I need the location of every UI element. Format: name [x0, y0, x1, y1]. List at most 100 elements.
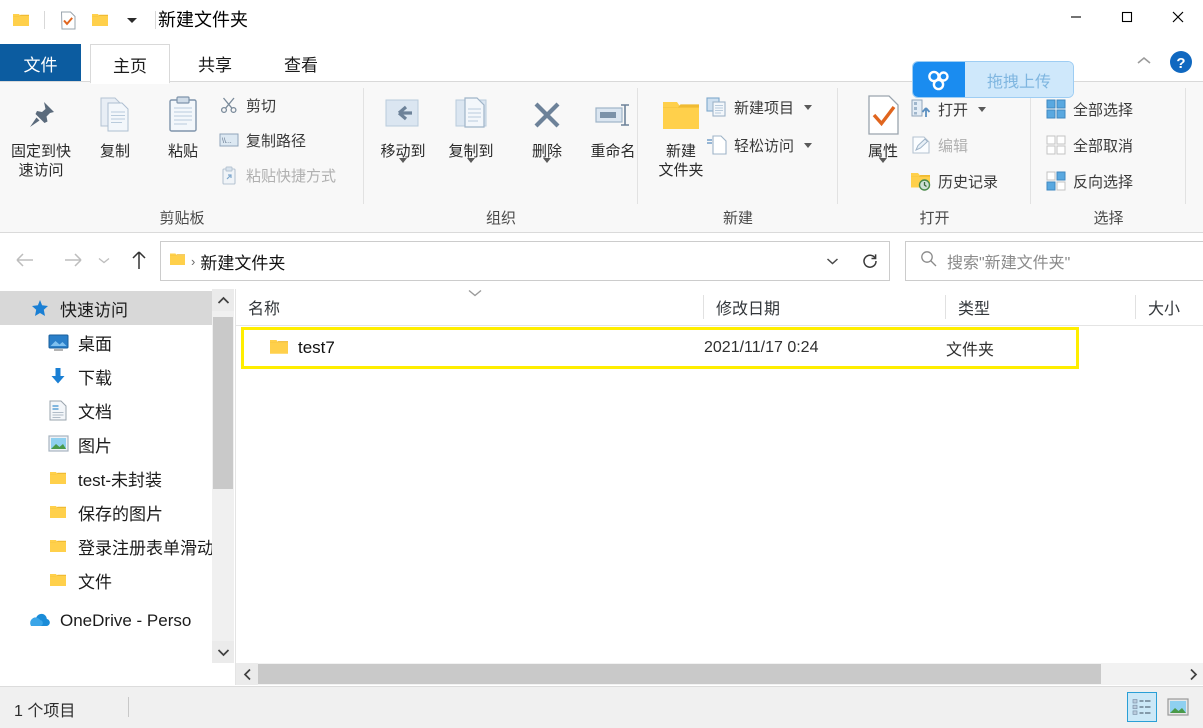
tab-file[interactable]: 文件 — [0, 44, 81, 82]
copy-path-button[interactable]: \\... 复制路径 — [218, 127, 306, 153]
select-none-button[interactable]: 全部取消 — [1045, 132, 1133, 158]
file-list-horizontal-scrollbar[interactable] — [235, 663, 1203, 685]
chevron-down-icon[interactable] — [467, 158, 475, 163]
chevron-down-icon[interactable] — [804, 104, 813, 110]
copy-to-icon — [440, 88, 502, 142]
easy-access-button[interactable]: 轻松访问 — [706, 132, 813, 158]
properties-icon — [852, 88, 914, 142]
tab-share[interactable]: 共享 — [176, 44, 254, 82]
column-header-size[interactable]: 大小 — [1136, 289, 1203, 325]
folder-icon[interactable] — [8, 7, 34, 33]
collapse-ribbon-button[interactable] — [1131, 48, 1157, 74]
organize-group-label: 组织 — [485, 210, 516, 227]
sidebar-scroll-thumb[interactable] — [213, 317, 233, 489]
documents-icon — [46, 398, 70, 422]
address-bar[interactable]: › 新建文件夹 — [160, 241, 852, 281]
select-all-label: 全部选择 — [1073, 101, 1134, 119]
status-divider — [128, 697, 129, 717]
help-icon[interactable]: ? — [1167, 48, 1195, 76]
sidebar-item-quick-access[interactable]: 快速访问 — [0, 291, 212, 325]
column-header-type[interactable]: 类型 — [946, 289, 1136, 325]
sidebar-item-files[interactable]: 文件 — [0, 563, 212, 597]
large-icons-view-button[interactable] — [1163, 692, 1193, 722]
select-all-button[interactable]: 全部选择 — [1045, 96, 1133, 122]
paste-shortcut-button[interactable]: 粘贴快捷方式 — [218, 162, 336, 188]
tab-view[interactable]: 查看 — [262, 44, 340, 82]
breadcrumb-current[interactable]: 新建文件夹 — [200, 249, 285, 274]
chevron-down-icon[interactable] — [399, 158, 407, 163]
sidebar-item-downloads[interactable]: 下载 — [0, 359, 212, 393]
chevron-down-icon[interactable] — [879, 158, 887, 163]
ribbon-group-clipboard: 固定到快 速访问 复制 粘贴 剪切 \\... 复制路径 粘贴快捷方式 剪贴板 — [0, 82, 364, 232]
rename-button[interactable]: 重命名 — [582, 88, 644, 161]
chevron-down-icon[interactable] — [978, 106, 987, 112]
file-date-modified: 2021/11/17 0:24 — [704, 339, 819, 356]
column-header-name[interactable]: 名称 — [236, 289, 704, 325]
paste-button[interactable]: 粘贴 — [152, 88, 214, 161]
cut-button[interactable]: 剪切 — [218, 92, 276, 118]
navigation-pane: 快速访问 桌面 下载 文档 图片 test-未封装 保存的图片 登录注册表单滑动… — [0, 289, 212, 663]
ribbon-group-new: 新建 文件夹 新建项目 轻松访问 新建 — [638, 82, 838, 232]
sidebar-item-login-register-form[interactable]: 登录注册表单滑动 — [0, 529, 212, 563]
scroll-up-button[interactable] — [212, 289, 234, 311]
maximize-button[interactable] — [1101, 0, 1152, 34]
scissors-icon — [218, 94, 240, 116]
paste-shortcut-icon — [218, 164, 240, 186]
up-button[interactable] — [122, 243, 156, 277]
close-button[interactable] — [1152, 0, 1203, 34]
search-input[interactable]: 搜索"新建文件夹" — [905, 241, 1203, 281]
folder-icon — [46, 568, 70, 592]
new-item-icon — [706, 96, 728, 118]
column-header-date-modified[interactable]: 修改日期 — [704, 289, 946, 325]
sort-indicator-icon — [466, 287, 484, 299]
horizontal-scroll-thumb[interactable] — [258, 664, 1101, 684]
refresh-button[interactable] — [851, 241, 890, 281]
properties-icon[interactable] — [55, 7, 81, 33]
address-dropdown-button[interactable] — [813, 243, 851, 279]
forward-button[interactable] — [56, 243, 90, 277]
properties-button[interactable]: 属性 — [852, 88, 914, 163]
qat-divider — [44, 11, 45, 29]
details-view-button[interactable] — [1127, 692, 1157, 722]
scroll-down-button[interactable] — [212, 641, 234, 663]
move-to-button[interactable]: 移动到 — [372, 88, 434, 163]
scroll-left-button[interactable] — [236, 663, 258, 685]
recent-locations-button[interactable] — [92, 243, 116, 277]
open-button[interactable]: 打开 — [910, 96, 987, 122]
copy-to-button[interactable]: 复制到 — [440, 88, 502, 163]
copy-path-icon: \\... — [218, 129, 240, 151]
sidebar-label: OneDrive - Perso — [60, 611, 192, 630]
chevron-down-icon[interactable] — [543, 158, 551, 163]
folder-icon — [269, 338, 289, 358]
scroll-right-button[interactable] — [1182, 663, 1203, 685]
easy-access-icon — [706, 134, 728, 156]
sidebar-item-pictures[interactable]: 图片 — [0, 427, 212, 461]
file-list-view: 名称 修改日期 类型 大小 test7 2021/11/17 0:24 文件夹 — [235, 289, 1203, 663]
edit-button[interactable]: 编辑 — [910, 132, 968, 158]
back-button[interactable] — [8, 243, 42, 277]
history-button[interactable]: 历史记录 — [910, 168, 998, 194]
tab-home[interactable]: 主页 — [90, 44, 170, 84]
sidebar-item-onedrive[interactable]: OneDrive - Perso — [0, 604, 212, 638]
chevron-down-icon[interactable] — [804, 142, 813, 148]
sidebar-item-desktop[interactable]: 桌面 — [0, 325, 212, 359]
delete-button[interactable]: 删除 — [516, 88, 578, 163]
sidebar-item-saved-pictures[interactable]: 保存的图片 — [0, 495, 212, 529]
pin-to-quick-access-button[interactable]: 固定到快 速访问 — [10, 88, 72, 180]
chevron-down-icon[interactable] — [119, 7, 145, 33]
drag-upload-badge[interactable]: 拖拽上传 — [913, 62, 1073, 97]
title-bar: 新建文件夹 — [0, 0, 1203, 40]
sidebar-item-test-unpacked[interactable]: test-未封装 — [0, 461, 212, 495]
sidebar-scrollbar[interactable] — [212, 289, 234, 663]
ribbon-group-organize: 移动到 复制到 删除 重命名 组织 — [364, 82, 638, 232]
new-item-button[interactable]: 新建项目 — [706, 94, 813, 120]
table-row[interactable]: test7 2021/11/17 0:24 文件夹 — [236, 327, 1203, 369]
quick-access-star-icon — [28, 296, 52, 320]
invert-selection-button[interactable]: 反向选择 — [1045, 168, 1133, 194]
minimize-button[interactable] — [1050, 0, 1101, 34]
copy-button[interactable]: 复制 — [84, 88, 146, 161]
sidebar-item-documents[interactable]: 文档 — [0, 393, 212, 427]
clipboard-group-label: 剪贴板 — [159, 210, 205, 227]
select-none-label: 全部取消 — [1073, 137, 1134, 155]
new-folder-icon[interactable] — [87, 7, 113, 33]
